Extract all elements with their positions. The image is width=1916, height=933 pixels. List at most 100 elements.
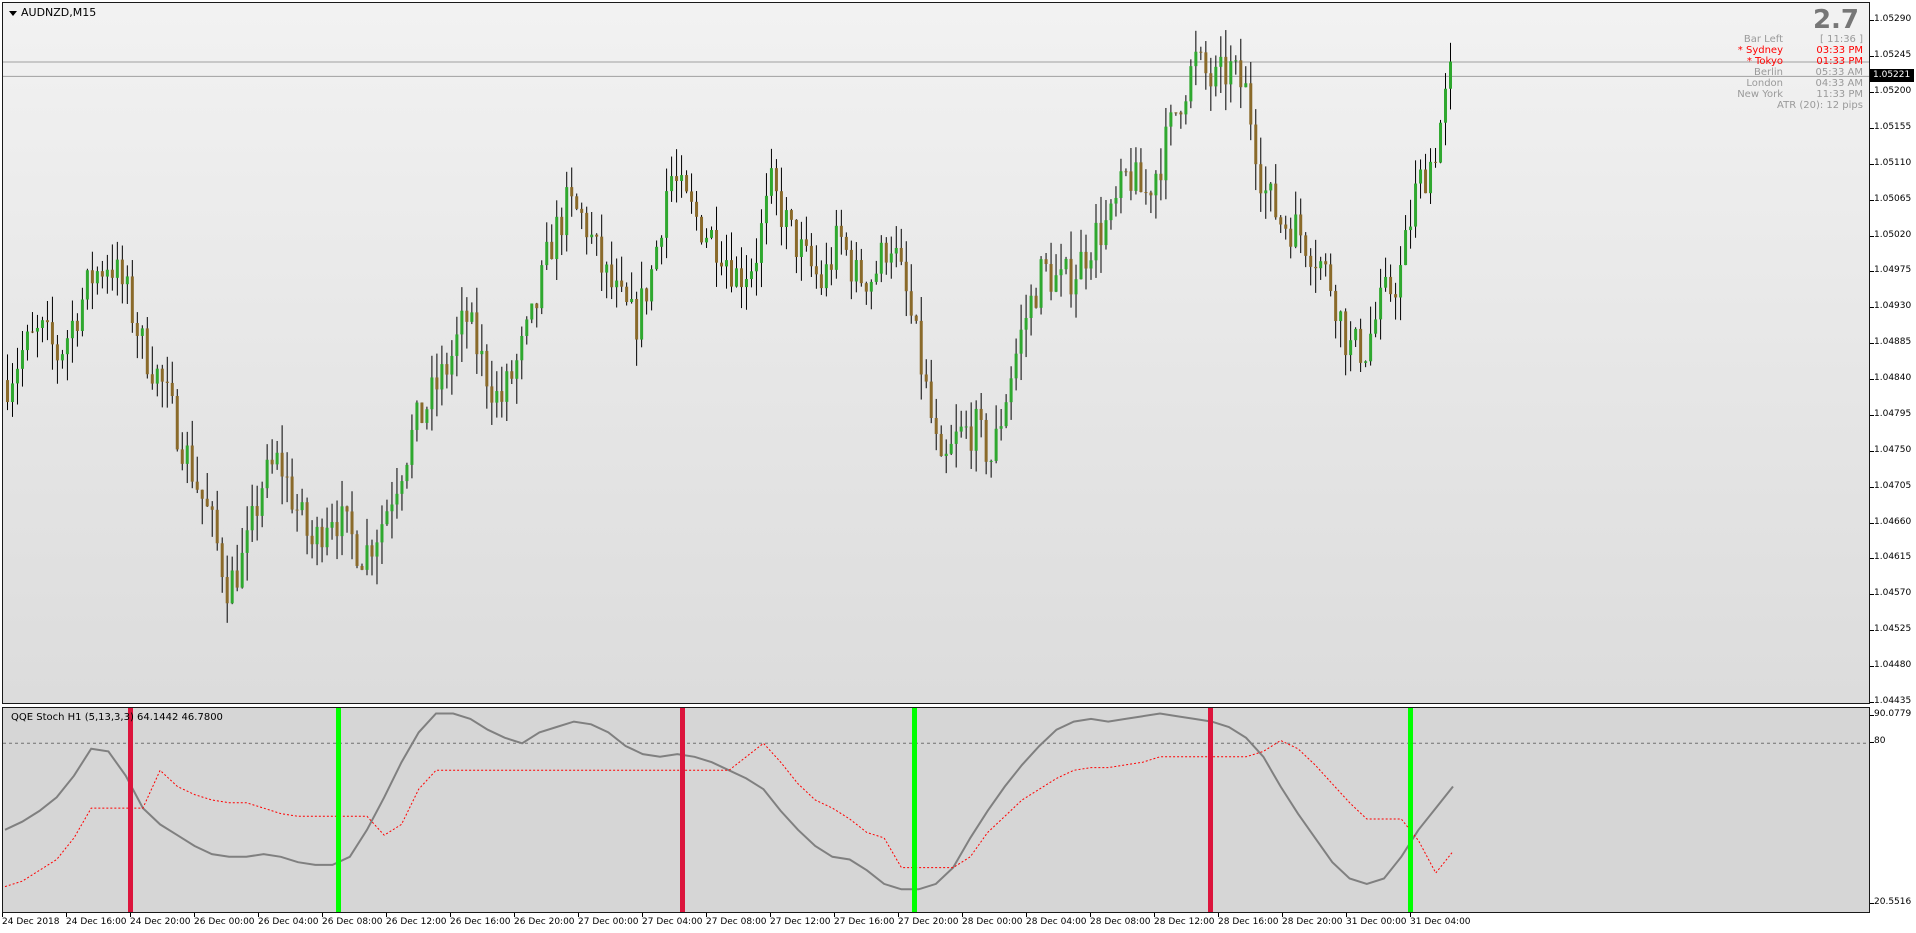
candlestick-chart[interactable] bbox=[3, 3, 1869, 703]
session-label: * Tokyo bbox=[1746, 56, 1783, 67]
candle bbox=[190, 420, 194, 489]
candle bbox=[480, 324, 484, 377]
price-tick-label: 1.04930 bbox=[1869, 301, 1912, 312]
price-tick-label: 1.04705 bbox=[1869, 480, 1912, 491]
candle bbox=[175, 389, 179, 452]
candle bbox=[460, 287, 464, 362]
candle bbox=[560, 207, 564, 256]
candle bbox=[430, 355, 434, 431]
candle bbox=[1034, 287, 1038, 309]
session-row: New York 11:33 PM bbox=[1723, 89, 1863, 100]
candle bbox=[580, 202, 584, 230]
price-tick-label: 1.05020 bbox=[1869, 229, 1912, 240]
candle bbox=[1209, 57, 1213, 111]
candle bbox=[165, 356, 169, 408]
candle bbox=[1054, 254, 1058, 293]
price-tick-label: 1.05155 bbox=[1869, 121, 1912, 132]
candle bbox=[575, 193, 579, 211]
candle bbox=[994, 405, 998, 464]
price-tick-label: 1.04435 bbox=[1869, 696, 1912, 706]
candle bbox=[260, 481, 264, 528]
candle bbox=[625, 282, 629, 306]
price-tick-label: 1.04885 bbox=[1869, 337, 1912, 348]
candle bbox=[10, 363, 14, 417]
session-clock-panel: Bar Left[ 11:36 ] * Sydney 03:33 PM * Tokyo… bbox=[1723, 34, 1863, 111]
candle bbox=[1094, 204, 1098, 278]
candle bbox=[420, 402, 424, 424]
candle bbox=[864, 281, 868, 305]
candle bbox=[824, 242, 828, 297]
candle bbox=[814, 245, 818, 289]
candle bbox=[1069, 231, 1073, 308]
candle bbox=[1409, 199, 1413, 249]
candle bbox=[590, 211, 594, 244]
price-axis[interactable]: 1.05290 1.05245 1.05200 1.05155 1.05110 1.050… bbox=[1869, 0, 1916, 933]
symbol-title: AUDNZD,M15 bbox=[9, 6, 96, 19]
candle bbox=[1334, 284, 1338, 339]
candle bbox=[944, 439, 948, 474]
candle bbox=[829, 247, 833, 286]
candle bbox=[1394, 282, 1398, 320]
candle bbox=[370, 539, 374, 576]
candle bbox=[884, 237, 888, 275]
price-tick-label: 1.05245 bbox=[1869, 50, 1912, 61]
candle bbox=[705, 228, 709, 248]
buy-signal-bar bbox=[912, 708, 917, 912]
candle bbox=[1104, 200, 1108, 250]
candle bbox=[700, 214, 704, 245]
candle bbox=[650, 265, 654, 311]
candle bbox=[1224, 30, 1228, 111]
candle bbox=[834, 209, 838, 279]
candle bbox=[1319, 256, 1323, 280]
candle bbox=[984, 413, 988, 475]
candle bbox=[1179, 110, 1183, 129]
candle bbox=[954, 404, 958, 468]
candle bbox=[1404, 215, 1408, 266]
time-tick-label: 27 Dec 00:00 bbox=[578, 913, 639, 927]
candle bbox=[869, 279, 873, 310]
candle bbox=[5, 354, 9, 411]
candle bbox=[1339, 310, 1343, 348]
time-tick-label: 26 Dec 04:00 bbox=[258, 913, 319, 927]
time-tick-label: 27 Dec 20:00 bbox=[898, 913, 959, 927]
candle bbox=[1434, 147, 1438, 168]
candle bbox=[1234, 55, 1238, 75]
price-tick-label: 1.05065 bbox=[1869, 193, 1912, 204]
candle bbox=[305, 497, 309, 555]
candle bbox=[215, 490, 219, 551]
qqe-stoch-chart[interactable] bbox=[3, 708, 1869, 912]
candle bbox=[1089, 252, 1093, 280]
price-tick-label: 1.05290 bbox=[1869, 14, 1912, 25]
indicator-chart[interactable]: QQE Stoch H1 (5,13,3,3) 64.1442 46.7800 bbox=[2, 707, 1870, 913]
candle bbox=[315, 516, 319, 566]
candle bbox=[1259, 137, 1263, 212]
candle bbox=[874, 260, 878, 285]
chart-window[interactable]: AUDNZD,M15 2.7 Bar Left[ 11:36 ] * Sydney… bbox=[0, 0, 1916, 933]
session-time: 01:33 PM bbox=[1816, 56, 1863, 67]
candle bbox=[739, 247, 743, 309]
candle bbox=[799, 221, 803, 281]
candle bbox=[784, 197, 788, 250]
time-axis[interactable]: 24 Dec 2018 24 Dec 16:00 24 Dec 20:00 26 De… bbox=[2, 913, 1870, 933]
candle bbox=[660, 235, 664, 265]
candle bbox=[1014, 338, 1018, 391]
price-chart[interactable]: AUDNZD,M15 2.7 Bar Left[ 11:36 ] * Sydney… bbox=[2, 2, 1870, 704]
candle bbox=[1134, 147, 1138, 195]
candle bbox=[655, 240, 659, 271]
candle bbox=[685, 170, 689, 194]
candle bbox=[1239, 38, 1243, 109]
candle bbox=[789, 208, 793, 227]
candle bbox=[95, 266, 99, 295]
candle bbox=[949, 424, 953, 456]
candle bbox=[640, 261, 644, 348]
indicator-tick-label: 90.0779 bbox=[1869, 709, 1912, 719]
session-label: Berlin bbox=[1753, 67, 1783, 78]
time-tick-label: 24 Dec 16:00 bbox=[66, 913, 127, 927]
candle bbox=[140, 325, 144, 359]
candle bbox=[1124, 168, 1128, 177]
time-tick-label: 27 Dec 12:00 bbox=[770, 913, 831, 927]
candle bbox=[1364, 360, 1368, 368]
candle bbox=[749, 258, 753, 288]
session-label: Bar Left bbox=[1743, 34, 1783, 45]
candle bbox=[1044, 252, 1048, 272]
